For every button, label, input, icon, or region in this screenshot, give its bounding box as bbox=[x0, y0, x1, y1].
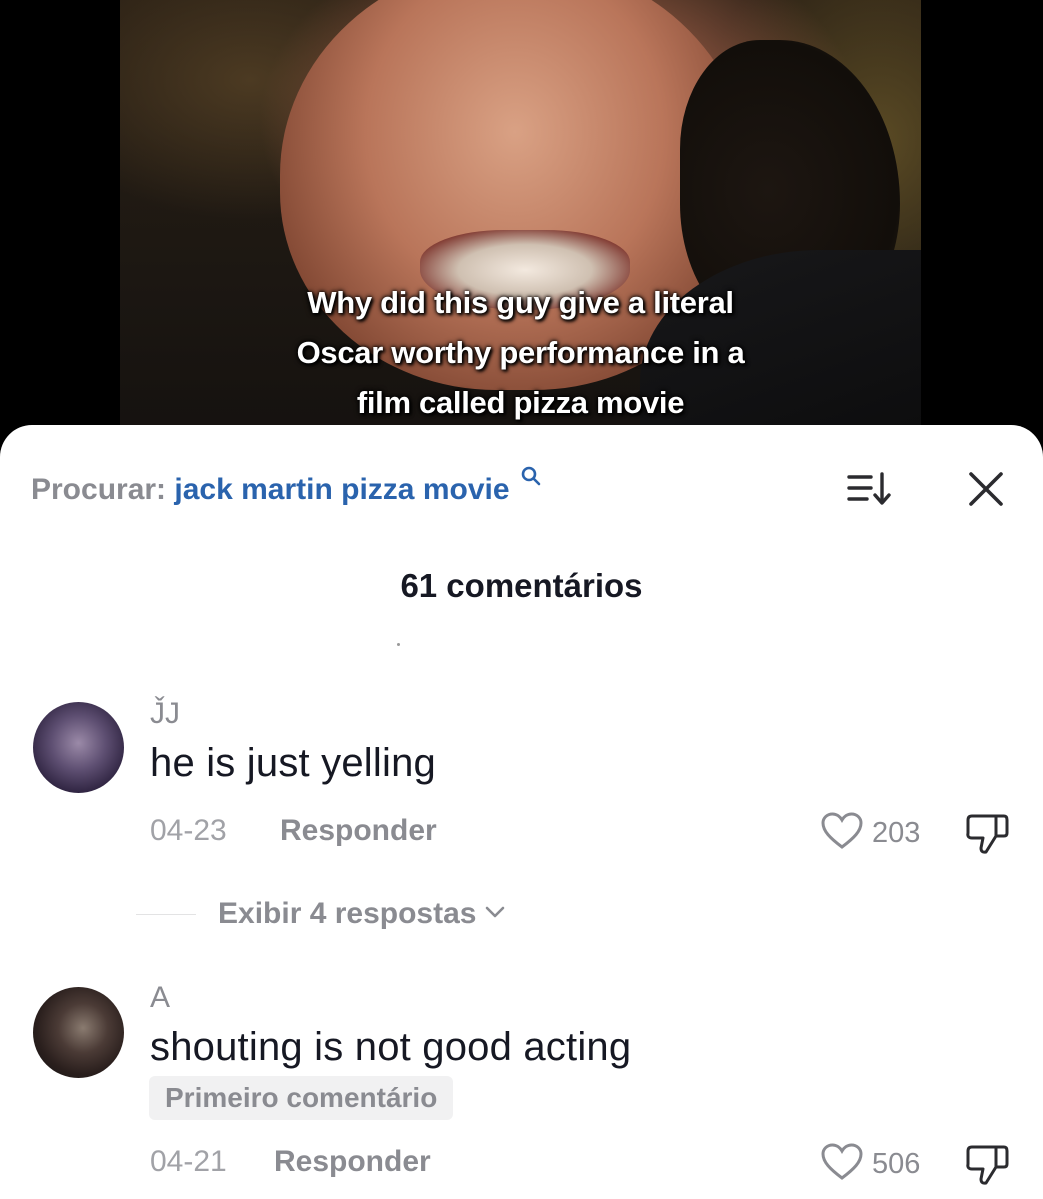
view-replies-button[interactable]: Exibir 4 respostas bbox=[136, 897, 506, 931]
view-replies-line bbox=[136, 913, 196, 915]
like-count: 203 bbox=[872, 816, 921, 849]
search-suggestion[interactable]: Procurar: jack martin pizza movie bbox=[31, 466, 542, 507]
comments-sheet: Procurar: jack martin pizza movie 61 com… bbox=[0, 425, 1043, 1199]
close-button[interactable] bbox=[966, 469, 1006, 509]
comment-count: 61 comentários bbox=[400, 567, 643, 604]
comment-date: 04-21 bbox=[150, 1145, 227, 1178]
thumbs-down-icon bbox=[964, 814, 1010, 860]
search-icon bbox=[520, 461, 542, 486]
divider-dot bbox=[397, 643, 400, 646]
close-icon bbox=[966, 472, 1006, 513]
caption-line-3: film called pizza movie bbox=[356, 385, 685, 420]
view-replies-label: Exibir 4 respostas bbox=[218, 897, 477, 930]
comment-username[interactable]: A bbox=[150, 981, 170, 1015]
reply-button[interactable]: Responder bbox=[280, 814, 437, 848]
dislike-button[interactable] bbox=[964, 812, 1010, 856]
heart-icon bbox=[820, 811, 864, 856]
video-player[interactable]: Why did this guy give a literal Oscar wo… bbox=[0, 0, 1043, 460]
comment-text: he is just yelling bbox=[150, 741, 436, 785]
caption-line-2: Oscar worthy performance in a bbox=[296, 335, 745, 370]
heart-icon bbox=[820, 1142, 864, 1187]
comment-date: 04-23 bbox=[150, 814, 227, 847]
sort-icon bbox=[847, 472, 893, 511]
sort-button[interactable] bbox=[847, 471, 893, 507]
like-button[interactable]: 203 bbox=[820, 811, 921, 856]
comment-username[interactable]: J̌J bbox=[150, 697, 180, 731]
like-count: 506 bbox=[872, 1147, 921, 1180]
search-prefix: Procurar: bbox=[31, 473, 167, 506]
dislike-button[interactable] bbox=[964, 1143, 1010, 1187]
screen: Why did this guy give a literal Oscar wo… bbox=[0, 0, 1043, 1199]
like-button[interactable]: 506 bbox=[820, 1142, 921, 1187]
thumbs-down-icon bbox=[964, 1145, 1010, 1191]
caption-line-1: Why did this guy give a literal bbox=[307, 285, 734, 320]
video-frame: Why did this guy give a literal Oscar wo… bbox=[120, 0, 921, 460]
first-comment-badge: Primeiro comentário bbox=[149, 1076, 454, 1120]
chevron-down-icon bbox=[484, 905, 506, 924]
video-caption: Why did this guy give a literal Oscar wo… bbox=[120, 278, 921, 428]
reply-button[interactable]: Responder bbox=[274, 1145, 431, 1179]
avatar[interactable] bbox=[33, 702, 124, 793]
search-query-link[interactable]: jack martin pizza movie bbox=[174, 473, 509, 506]
avatar[interactable] bbox=[33, 987, 124, 1078]
comment-text: shouting is not good acting bbox=[150, 1025, 632, 1069]
